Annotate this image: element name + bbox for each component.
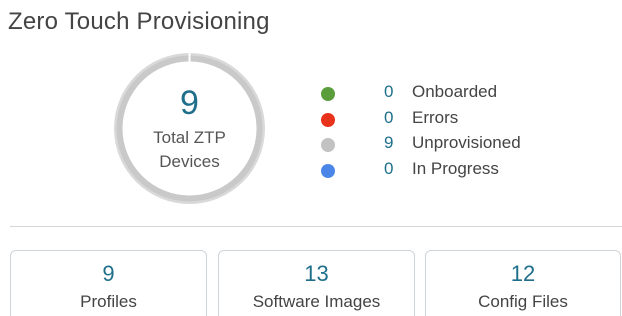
page-title: Zero Touch Provisioning (8, 8, 270, 35)
status-legend: 0 Onboarded 0 Errors 9 Unprovisioned 0 I… (318, 79, 578, 181)
gray-status-dot-icon (321, 138, 335, 152)
ztp-panel: Zero Touch Provisioning 9 Total ZTP Devi… (0, 0, 622, 316)
config-files-count: 12 (510, 261, 536, 286)
legend-label: In Progress (412, 158, 499, 178)
config-files-label: Config Files (478, 292, 568, 311)
legend-label: Onboarded (412, 82, 498, 101)
total-label-line1: Total ZTP (153, 128, 226, 147)
green-status-dot-icon (321, 87, 335, 101)
legend-label: Errors (412, 107, 459, 127)
total-devices-donut[interactable]: 9 Total ZTP Devices (111, 50, 268, 207)
total-label-line2: Devices (159, 152, 220, 171)
legend-count: 0 (384, 158, 394, 178)
section-divider (10, 226, 622, 227)
red-status-dot-icon (321, 112, 335, 127)
legend-item-in-progress[interactable]: 0 In Progress (318, 156, 578, 182)
blue-status-dot-icon (321, 163, 335, 178)
profiles-card[interactable]: 9 Profiles (10, 250, 207, 316)
donut-center: 9 Total ZTP Devices (111, 50, 268, 207)
legend-count: 0 (384, 82, 394, 101)
total-device-count: 9 (180, 84, 199, 122)
profiles-count: 9 (102, 261, 115, 286)
software-images-label: Software Images (252, 292, 381, 311)
legend-item-errors[interactable]: 0 Errors (318, 105, 578, 131)
legend-item-onboarded[interactable]: 0 Onboarded (318, 79, 578, 105)
legend-count: 9 (384, 133, 394, 152)
legend-count: 0 (384, 107, 394, 127)
legend-label: Unprovisioned (412, 133, 521, 152)
config-files-card[interactable]: 12 Config Files (425, 250, 621, 316)
legend-item-unprovisioned[interactable]: 9 Unprovisioned (318, 130, 578, 156)
software-images-count: 13 (304, 261, 329, 286)
software-images-card[interactable]: 13 Software Images (218, 250, 415, 316)
profiles-label: Profiles (80, 292, 137, 311)
